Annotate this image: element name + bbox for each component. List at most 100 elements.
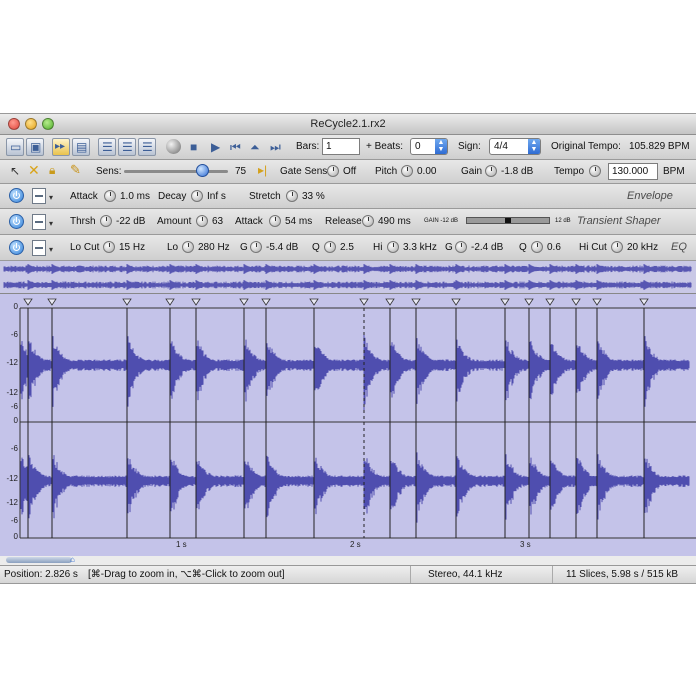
time-tick-label: 3 s	[520, 540, 531, 549]
tempo-field[interactable]: 130.000	[608, 163, 658, 180]
pitch-knob[interactable]	[401, 165, 413, 177]
thrsh-knob[interactable]	[100, 215, 112, 227]
view-slices-icon[interactable]: ☰	[118, 138, 136, 156]
waveform-editor[interactable]: 0 -6 -12 -12 -6 0 -6 -12 -12 -6 0 1 s 2 s 3 s	[0, 294, 696, 557]
gate-arrow-icon[interactable]: ▸|	[258, 163, 267, 177]
zoom-slider-icon[interactable]: ⌂	[70, 556, 78, 564]
waveform-overview[interactable]	[0, 261, 696, 294]
sens-slider-thumb[interactable]	[196, 164, 209, 177]
locut-value: 15 Hz	[119, 242, 146, 253]
slice-handle-icon[interactable]	[239, 298, 249, 306]
lock-icon[interactable]: 🔒︎	[49, 163, 55, 177]
env-attack-value: 1.0 ms	[120, 191, 151, 202]
main-toolbar: ▭ ▣ ▸▸ ▤ ☰ ☰ ☰ ■ ▶ ⏮ ⏶ ⏭ Bars: 1 + Beats…	[0, 135, 696, 160]
view-grid-icon[interactable]: ☰	[138, 138, 156, 156]
envelope-preset-icon[interactable]	[32, 188, 46, 204]
hi-knob[interactable]	[387, 241, 399, 253]
env-stretch-knob[interactable]	[286, 190, 298, 202]
hicut-knob[interactable]	[611, 241, 623, 253]
lo-q-value: 2.5	[340, 242, 354, 253]
controls-toolbar: ↖ ✕ 🔒︎ ✎ Sens: 75 ▸| Gate Sens Off Pitch…	[0, 160, 696, 184]
hicut-value: 20 kHz	[627, 242, 659, 253]
amount-knob[interactable]	[196, 215, 208, 227]
window-title: ReCycle2.1.rx2	[310, 118, 386, 130]
gate-sens-label: Gate Sens	[280, 166, 328, 177]
waveform-channel	[20, 449, 690, 528]
gain-knob[interactable]	[485, 165, 497, 177]
tempo-knob[interactable]	[589, 165, 601, 177]
slice-handle-icon[interactable]	[122, 298, 132, 306]
slice-handle-icon[interactable]	[191, 298, 201, 306]
bars-field[interactable]: 1	[322, 138, 360, 155]
slice-handle-icon[interactable]	[451, 298, 461, 306]
play-icon[interactable]: ▶	[211, 140, 220, 154]
env-decay-knob[interactable]	[191, 190, 203, 202]
slice-handle-icon[interactable]	[261, 298, 271, 306]
slice-handle-icon[interactable]	[500, 298, 510, 306]
slice-handle-icon[interactable]	[47, 298, 57, 306]
slice-handle-icon[interactable]	[524, 298, 534, 306]
slice-handle-icon[interactable]	[385, 298, 395, 306]
lo-label: Lo	[167, 242, 179, 253]
transient-preset-icon[interactable]	[32, 214, 46, 230]
env-attack-knob[interactable]	[104, 190, 116, 202]
horizontal-scrollbar[interactable]: ⌂	[0, 556, 696, 565]
preview-toggle-icon[interactable]	[166, 139, 181, 154]
ts-attack-knob[interactable]	[269, 215, 281, 227]
lo-knob[interactable]	[182, 241, 194, 253]
envelope-power-icon[interactable]	[9, 188, 24, 203]
amount-value: 63	[212, 216, 224, 227]
eq-preset-icon[interactable]	[32, 240, 46, 256]
gate-sens-knob[interactable]	[327, 165, 339, 177]
ts-attack-label: Attack	[235, 216, 263, 227]
forward-icon[interactable]: ⏭	[270, 140, 281, 154]
lo-g-knob[interactable]	[250, 241, 262, 253]
release-knob[interactable]	[362, 215, 374, 227]
locut-knob[interactable]	[103, 241, 115, 253]
sens-slider-track[interactable]	[124, 170, 228, 173]
title-bar: ReCycle2.1.rx2	[0, 114, 696, 135]
save-file-icon[interactable]: ▣	[26, 138, 44, 156]
transient-power-icon[interactable]	[9, 214, 24, 229]
slice-handle-icon[interactable]	[359, 298, 369, 306]
pointer-tool-icon[interactable]: ↖	[10, 164, 20, 178]
overview-waveform	[3, 264, 692, 290]
stop-icon[interactable]: ■	[190, 140, 197, 154]
hi-g-knob[interactable]	[455, 241, 467, 253]
ruler-tick-label: 0	[13, 532, 18, 541]
slice-handle-icon[interactable]	[545, 298, 555, 306]
process-icon[interactable]: ▤	[72, 138, 90, 156]
ruler-tick-label: 0	[13, 416, 18, 425]
chevron-down-icon[interactable]: ▾	[49, 243, 53, 257]
slice-handle-icon[interactable]	[592, 298, 602, 306]
eq-panel: ▾ Lo Cut 15 Hz Lo 280 Hz G -5.4 dB Q 2.5…	[0, 235, 696, 261]
ruler-tick-label: -12	[6, 388, 18, 397]
sign-select[interactable]: 4/4 ▲ ▼	[489, 138, 541, 155]
envelope-panel: ▾ Attack 1.0 ms Decay Inf s Stretch 33 %…	[0, 184, 696, 209]
slice-handle-icon[interactable]	[639, 298, 649, 306]
beats-select[interactable]: 0 ▲ ▼	[410, 138, 448, 155]
slice-handle-icon[interactable]	[411, 298, 421, 306]
chevron-down-icon[interactable]: ▾	[49, 191, 53, 205]
transient-panel-name: Transient Shaper	[577, 215, 661, 227]
eq-power-icon[interactable]	[9, 240, 24, 255]
ruler-tick-label: -6	[10, 330, 18, 339]
ruler-tick-label: -6	[10, 444, 18, 453]
view-waveform-icon[interactable]: ☰	[98, 138, 116, 156]
rewind-icon[interactable]: ⏮	[230, 140, 241, 154]
chevron-down-icon[interactable]: ▾	[49, 217, 53, 231]
scrollbar-thumb[interactable]	[6, 557, 72, 563]
export-icon[interactable]: ▸▸	[52, 138, 70, 156]
slice-handle-icon[interactable]	[309, 298, 319, 306]
open-file-icon[interactable]: ▭	[6, 138, 24, 156]
pencil-tool-icon[interactable]: ✎	[70, 163, 81, 177]
delete-slice-icon[interactable]: ✕	[28, 163, 40, 177]
sign-label: Sign:	[458, 141, 481, 152]
hi-q-knob[interactable]	[531, 241, 543, 253]
slice-handle-icon[interactable]	[165, 298, 175, 306]
slice-handle-icon[interactable]	[571, 298, 581, 306]
lo-q-knob[interactable]	[324, 241, 336, 253]
slice-handle-icon[interactable]	[23, 298, 33, 306]
loop-icon[interactable]: ⏶	[250, 140, 260, 154]
status-position: Position: 2.826 s	[4, 569, 78, 580]
